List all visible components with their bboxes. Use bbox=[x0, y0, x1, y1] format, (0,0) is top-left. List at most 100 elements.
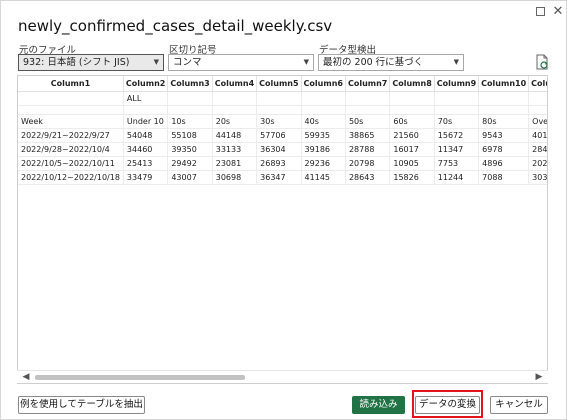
table-cell: 2022/9/28~2022/10/4 bbox=[18, 142, 124, 157]
maximize-button[interactable] bbox=[532, 5, 548, 19]
table-cell: 2022/10/5~2022/10/11 bbox=[18, 156, 124, 171]
table-row: ALL bbox=[18, 91, 547, 106]
table-cell bbox=[212, 91, 258, 106]
table-cell: ALL bbox=[123, 91, 169, 106]
table-cell: 29492 bbox=[167, 156, 213, 171]
table-row: 2022/10/12~2022/10/18 33479 43007 30698 … bbox=[18, 170, 547, 185]
preview-table[interactable]: Column1 Column2 Column3 Column4 Column5 … bbox=[17, 75, 548, 384]
cancel-button[interactable]: キャンセル bbox=[490, 396, 548, 414]
table-cell: 11244 bbox=[434, 170, 480, 185]
table-cell: 36304 bbox=[256, 142, 302, 157]
table-cell: 4010 bbox=[528, 128, 547, 143]
table-cell: 7753 bbox=[434, 156, 480, 171]
table-cell: 2022/10/12~2022/10/18 bbox=[18, 170, 124, 185]
table-cell: 29236 bbox=[301, 156, 346, 171]
table-cell: 9543 bbox=[478, 128, 530, 143]
close-button[interactable]: ✕ bbox=[550, 5, 566, 19]
table-cell: 40s bbox=[301, 114, 346, 129]
table-cell bbox=[301, 91, 346, 106]
table-cell: 28643 bbox=[345, 170, 391, 185]
table-cell: 20798 bbox=[345, 156, 391, 171]
table-cell bbox=[434, 105, 480, 115]
table-row: 2022/9/21~2022/9/27 54048 55108 44148 57… bbox=[18, 128, 547, 143]
delimiter-value: コンマ bbox=[173, 57, 202, 68]
table-cell: 25413 bbox=[123, 156, 169, 171]
table-cell bbox=[345, 91, 391, 106]
horizontal-scrollbar[interactable]: ◀ ▶ bbox=[17, 370, 548, 383]
column-header: Column9 bbox=[434, 76, 480, 92]
table-cell: 55108 bbox=[167, 128, 213, 143]
file-origin-select[interactable]: 932: 日本語 (シフト JIS) ▼ bbox=[18, 54, 164, 71]
table-cell bbox=[18, 91, 124, 106]
table-cell: 10905 bbox=[389, 156, 435, 171]
type-detection-value: 最初の 200 行に基づく bbox=[323, 57, 424, 68]
table-cell bbox=[123, 105, 169, 115]
table-cell: 57706 bbox=[256, 128, 302, 143]
table-cell bbox=[528, 91, 547, 106]
table-cell: 7088 bbox=[478, 170, 530, 185]
table-row: Week Under 10 10s 20s 30s 40s 50s 60s 70… bbox=[18, 114, 547, 129]
table-cell bbox=[434, 91, 480, 106]
scroll-right-icon[interactable]: ▶ bbox=[532, 371, 546, 384]
table-cell bbox=[167, 91, 213, 106]
table-cell: 33133 bbox=[212, 142, 258, 157]
column-header: Column4 bbox=[212, 76, 258, 92]
table-cell bbox=[256, 91, 302, 106]
column-header: Column5 bbox=[256, 76, 302, 92]
chevron-down-icon: ▼ bbox=[153, 58, 159, 66]
table-cell: 21560 bbox=[389, 128, 435, 143]
table-cell: 60s bbox=[389, 114, 435, 129]
type-detection-select[interactable]: 最初の 200 行に基づく ▼ bbox=[318, 54, 464, 71]
column-header: Column6 bbox=[301, 76, 346, 92]
column-header: Column1 bbox=[18, 76, 124, 92]
table-cell: 6978 bbox=[478, 142, 530, 157]
table-cell: 36347 bbox=[256, 170, 302, 185]
table-cell: 28788 bbox=[345, 142, 391, 157]
table-cell: 70s bbox=[434, 114, 480, 129]
table-cell: 30698 bbox=[212, 170, 258, 185]
column-header: Column3 bbox=[167, 76, 213, 92]
table-row: 2022/10/5~2022/10/11 25413 29492 23081 2… bbox=[18, 156, 547, 171]
maximize-icon bbox=[535, 7, 545, 16]
column-header: Column2 bbox=[123, 76, 169, 92]
table-cell: 20s bbox=[212, 114, 258, 129]
table-cell: 54048 bbox=[123, 128, 169, 143]
table-cell: 2847 bbox=[528, 142, 547, 157]
table-cell: 34460 bbox=[123, 142, 169, 157]
table-cell: 15672 bbox=[434, 128, 480, 143]
column-header: Column7 bbox=[345, 76, 391, 92]
table-cell: 11347 bbox=[434, 142, 480, 157]
table-cell: 10s bbox=[167, 114, 213, 129]
table-row: 2022/9/28~2022/10/4 34460 39350 33133 36… bbox=[18, 142, 547, 157]
extract-table-button[interactable]: 例を使用してテーブルを抽出 bbox=[18, 396, 145, 414]
table-cell: 59935 bbox=[301, 128, 346, 143]
table-cell bbox=[478, 91, 530, 106]
scroll-left-icon[interactable]: ◀ bbox=[19, 371, 33, 384]
table-cell: 3033 bbox=[528, 170, 547, 185]
table-cell bbox=[478, 105, 530, 115]
scrollbar-thumb[interactable] bbox=[35, 375, 245, 380]
table-cell: 39186 bbox=[301, 142, 346, 157]
table-cell: 50s bbox=[345, 114, 391, 129]
column-header: Column10 bbox=[478, 76, 530, 92]
table-cell bbox=[18, 105, 124, 115]
column-header: Column1 bbox=[528, 76, 547, 92]
table-cell: 2022/9/21~2022/9/27 bbox=[18, 128, 124, 143]
delimiter-select[interactable]: コンマ ▼ bbox=[168, 54, 314, 71]
load-button[interactable]: 読み込み bbox=[352, 396, 405, 414]
table-cell: 30s bbox=[256, 114, 302, 129]
table-row bbox=[18, 105, 547, 115]
close-icon: ✕ bbox=[552, 4, 564, 19]
table-cell: 38865 bbox=[345, 128, 391, 143]
table-cell: Over 90 bbox=[528, 114, 547, 129]
table-cell: 80s bbox=[478, 114, 530, 129]
table-cell: 43007 bbox=[167, 170, 213, 185]
chevron-down-icon: ▼ bbox=[303, 58, 309, 66]
file-refresh-icon[interactable] bbox=[536, 54, 549, 70]
table-cell: 39350 bbox=[167, 142, 213, 157]
import-dialog: ✕ newly_confirmed_cases_detail_weekly.cs… bbox=[0, 0, 567, 420]
table-cell bbox=[212, 105, 258, 115]
table-cell: 44148 bbox=[212, 128, 258, 143]
table-cell bbox=[167, 105, 213, 115]
table-cell: 41145 bbox=[301, 170, 346, 185]
